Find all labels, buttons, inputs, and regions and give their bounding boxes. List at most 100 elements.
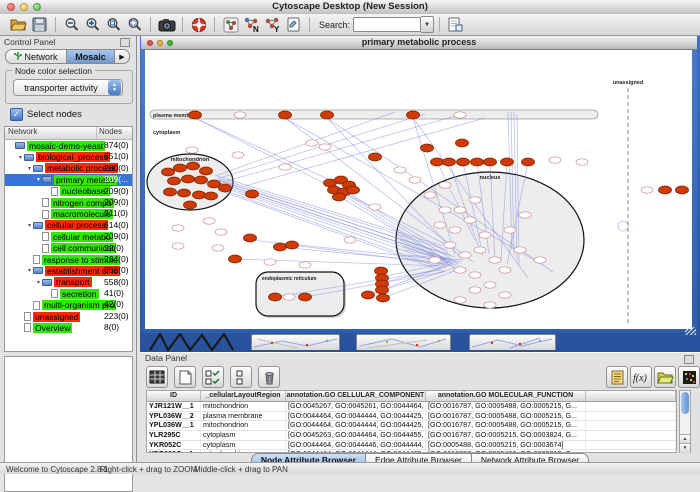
- attribute-list-icon[interactable]: [606, 366, 628, 388]
- import-attributes-icon[interactable]: [654, 366, 676, 388]
- tree-row[interactable]: cellular metabo209(0): [5, 231, 132, 242]
- network-node[interactable]: [454, 267, 466, 273]
- delete-attribute-icon[interactable]: [258, 366, 280, 388]
- network-node[interactable]: [444, 242, 456, 248]
- save-icon[interactable]: [31, 16, 49, 34]
- network-node-selected[interactable]: [321, 111, 334, 119]
- tree-col-network[interactable]: Network: [5, 127, 97, 139]
- network-node-selected[interactable]: [299, 293, 312, 301]
- network-node-selected[interactable]: [431, 158, 444, 166]
- zoom-fit-icon[interactable]: [126, 16, 144, 34]
- network-node-selected[interactable]: [484, 158, 497, 166]
- network-node[interactable]: [186, 147, 198, 153]
- vizmapper-icon[interactable]: N: [243, 16, 261, 34]
- search-dropdown-arrow-icon[interactable]: ▼: [421, 16, 434, 33]
- network-node-selected[interactable]: [421, 144, 434, 152]
- network-node[interactable]: [394, 167, 406, 173]
- background-network-window[interactable]: [251, 334, 340, 350]
- table-column-header[interactable]: annotation.GO CELLULAR_COMPONENT: [286, 391, 426, 401]
- expand-triangle-icon[interactable]: ▾: [35, 176, 42, 183]
- node-color-combo[interactable]: transporter activity ▲▼: [13, 79, 123, 96]
- tree-row[interactable]: Overview8(0): [5, 322, 132, 333]
- network-node-selected[interactable]: [522, 158, 535, 166]
- snapshot-icon[interactable]: [158, 16, 176, 34]
- network-node-selected[interactable]: [219, 184, 232, 192]
- network-node[interactable]: [172, 225, 184, 231]
- table-row[interactable]: YKR052Ccytoplasm[GO:0044464, GO:0044446,…: [147, 441, 676, 451]
- network-node-selected[interactable]: [407, 111, 420, 119]
- open-icon[interactable]: [10, 16, 28, 34]
- network-view-titlebar[interactable]: primary metabolic process: [141, 36, 697, 50]
- network-node[interactable]: [212, 245, 224, 251]
- network-node-selected[interactable]: [168, 177, 181, 185]
- network-node-selected[interactable]: [443, 158, 456, 166]
- network-node[interactable]: [306, 140, 318, 146]
- attribute-grid-icon[interactable]: [146, 366, 168, 388]
- tree-row[interactable]: multi-organism pro42(0): [5, 299, 132, 310]
- network-node-selected[interactable]: [164, 188, 177, 196]
- network-node-selected[interactable]: [471, 158, 484, 166]
- table-row[interactable]: YJR121W__1mitochondrion[GO:0045267, GO:0…: [147, 402, 676, 412]
- network-node[interactable]: [232, 152, 244, 158]
- tree-row[interactable]: ▾establishment of lo558(0): [5, 265, 132, 276]
- network-node[interactable]: [474, 247, 486, 253]
- network-node[interactable]: [469, 272, 481, 278]
- network-node-selected[interactable]: [659, 186, 672, 194]
- network-node[interactable]: [215, 229, 227, 235]
- zoom-in-icon[interactable]: [84, 16, 102, 34]
- expand-triangle-icon[interactable]: ▾: [17, 154, 24, 161]
- tree-row[interactable]: ▾primary metabo209(...: [5, 174, 132, 185]
- tree-row[interactable]: cell communicat22(0): [5, 243, 132, 254]
- expand-triangle-icon[interactable]: ▾: [26, 165, 33, 172]
- network-node-selected[interactable]: [347, 186, 360, 194]
- float-data-panel-icon[interactable]: [684, 355, 694, 364]
- network-node[interactable]: [319, 144, 331, 150]
- zoom-selected-icon[interactable]: [105, 16, 123, 34]
- frame-resize-grip[interactable]: [685, 327, 696, 335]
- network-node-selected[interactable]: [369, 153, 382, 161]
- annotation-icon[interactable]: [285, 16, 303, 34]
- network-node[interactable]: [499, 267, 511, 273]
- network-node[interactable]: [344, 237, 356, 243]
- network-node-selected[interactable]: [195, 176, 208, 184]
- network-node-selected[interactable]: [182, 175, 195, 183]
- expand-triangle-icon[interactable]: ▾: [35, 279, 42, 286]
- network-node[interactable]: [439, 182, 451, 188]
- tab-network[interactable]: Network: [5, 49, 67, 64]
- network-node-selected[interactable]: [193, 191, 206, 199]
- table-column-header[interactable]: [586, 391, 676, 401]
- network-node-selected[interactable]: [187, 162, 200, 170]
- table-row[interactable]: YPL036W__1mitochondrion[GO:0044464, GO:0…: [147, 421, 676, 431]
- network-graph[interactable]: plasma membranecytoplasmmitochondrionnuc…: [145, 50, 692, 329]
- table-column-header[interactable]: ID: [147, 391, 201, 401]
- tab-mosaic[interactable]: Mosaic: [67, 49, 115, 64]
- network-node[interactable]: [479, 232, 491, 238]
- network-node[interactable]: [454, 297, 466, 303]
- network-node[interactable]: [576, 159, 588, 165]
- tree-row[interactable]: ▾metabolic process280(0): [5, 163, 132, 174]
- zoom-out-icon[interactable]: [63, 16, 81, 34]
- network-node[interactable]: [464, 217, 476, 223]
- tab-overflow-arrow[interactable]: ▶: [115, 49, 130, 64]
- frame-minimize-button[interactable]: [157, 40, 163, 46]
- region-plasma-membrane[interactable]: [150, 110, 598, 119]
- network-node[interactable]: [264, 259, 276, 265]
- tree-row[interactable]: mosaic-demo-yeast874(0): [5, 140, 132, 151]
- network-node-selected[interactable]: [377, 294, 390, 302]
- network-node-selected[interactable]: [200, 167, 213, 175]
- network-node[interactable]: [469, 197, 481, 203]
- network-node[interactable]: [283, 294, 295, 300]
- scroll-down-arrow[interactable]: ▼: [680, 443, 690, 453]
- network-node-selected[interactable]: [184, 201, 197, 209]
- network-node-selected[interactable]: [189, 111, 202, 119]
- network-node-selected[interactable]: [269, 293, 282, 301]
- new-attribute-icon[interactable]: [174, 366, 196, 388]
- network-node[interactable]: [641, 187, 653, 193]
- network-node[interactable]: [172, 243, 184, 249]
- network-node-selected[interactable]: [286, 241, 299, 249]
- network-node[interactable]: [549, 157, 561, 163]
- network-node[interactable]: [484, 302, 496, 308]
- network-node[interactable]: [484, 282, 496, 288]
- tree-row[interactable]: macromolecule311(0): [5, 208, 132, 219]
- select-nodes-checkbox[interactable]: ✓: [10, 108, 23, 121]
